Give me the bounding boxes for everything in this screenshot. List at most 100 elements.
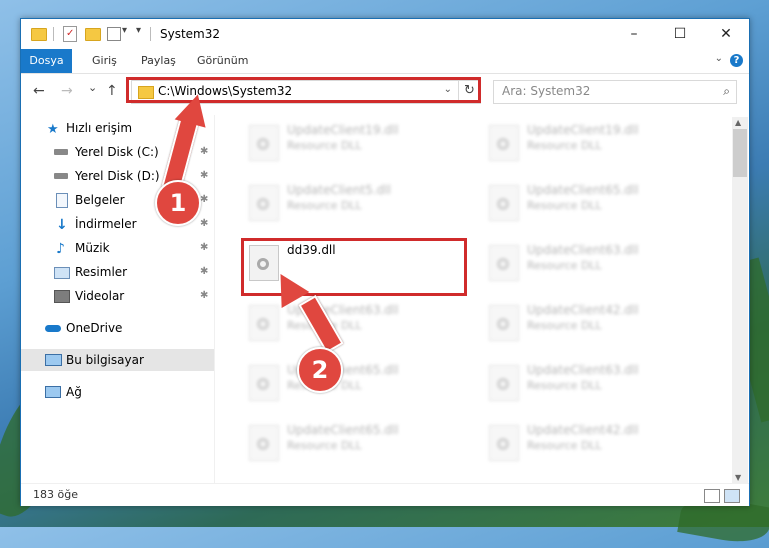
pin-icon: ✱ (200, 170, 209, 181)
file-item[interactable]: UpdateClient65.dll Resource DLL (239, 359, 459, 405)
tab-share[interactable]: Paylaş (141, 49, 176, 73)
file-item[interactable]: UpdateClient65.dll Resource DLL (239, 419, 459, 465)
pin-icon: ✱ (200, 218, 209, 229)
help-icon[interactable]: ? (730, 54, 743, 67)
step-badge-1: 1 (155, 180, 201, 226)
properties-icon[interactable]: ✓ (63, 26, 77, 42)
sidebar-item-label: Hızlı erişim (66, 121, 133, 135)
cloud-icon (45, 325, 61, 332)
file-item[interactable]: UpdateClient63.dll Resource DLL (479, 239, 699, 285)
sidebar-item-label: Müzik (75, 241, 110, 255)
chevron-down-icon[interactable]: ▾ (122, 25, 127, 41)
divider (150, 27, 151, 41)
expand-ribbon-icon[interactable]: ⌄ (715, 53, 723, 64)
sidebar-item-onedrive[interactable]: OneDrive (21, 317, 214, 339)
tab-file[interactable]: Dosya (21, 49, 72, 73)
new-folder-icon[interactable] (85, 28, 101, 41)
scroll-up-icon[interactable]: ▲ (735, 118, 741, 127)
scroll-down-icon[interactable]: ▼ (735, 473, 741, 482)
search-input[interactable]: Ara: System32 ⌕ (493, 80, 737, 104)
star-icon: ★ (47, 122, 59, 137)
vertical-scrollbar[interactable]: ▲ ▼ (732, 117, 748, 483)
drive-icon (54, 149, 68, 155)
sidebar-item-label: Bu bilgisayar (66, 353, 144, 367)
file-type: Resource DLL (527, 379, 602, 392)
file-item[interactable]: UpdateClient19.dll Resource DLL (479, 119, 699, 165)
file-name: UpdateClient65.dll (527, 183, 639, 197)
sidebar-item-label: Ağ (66, 385, 82, 399)
large-icons-view-icon[interactable] (724, 489, 740, 503)
file-type: Resource DLL (527, 139, 602, 152)
explorer-window: ✓ ▾ ▾ System32 – ☐ ✕ Dosya Giriş Paylaş … (20, 18, 750, 506)
navigation-bar: ← → ⌄ ↑ C:\Windows\System32 ⌄ ↻ Ara: Sys… (21, 74, 749, 108)
file-type: Resource DLL (527, 259, 602, 272)
view-list-icon[interactable] (107, 27, 121, 41)
sidebar-item-music[interactable]: ♪ Müzik ✱ (21, 237, 214, 259)
close-button[interactable]: ✕ (703, 19, 749, 49)
file-item[interactable]: UpdateClient5.dll Resource DLL (239, 179, 459, 225)
tab-home[interactable]: Giriş (92, 49, 117, 73)
music-icon: ♪ (56, 241, 65, 257)
sidebar-item-this-pc[interactable]: Bu bilgisayar (21, 349, 214, 371)
search-icon[interactable]: ⌕ (723, 84, 730, 99)
file-item[interactable]: UpdateClient63.dll Resource DLL (479, 359, 699, 405)
sidebar-item-label: Videolar (75, 289, 125, 303)
image-icon (54, 267, 70, 279)
item-count: 183 öğe (33, 488, 78, 501)
sidebar-item-label: Yerel Disk (C:) (75, 145, 159, 159)
customize-toolbar-icon[interactable]: ▾ (136, 25, 141, 41)
file-name: UpdateClient19.dll (527, 123, 639, 137)
sidebar-item-label: Resimler (75, 265, 128, 279)
file-item[interactable]: UpdateClient42.dll Resource DLL (479, 299, 699, 345)
dll-file-icon (249, 305, 279, 341)
file-name: UpdateClient63.dll (527, 363, 639, 377)
pin-icon: ✱ (200, 290, 209, 301)
file-type: Resource DLL (287, 199, 362, 212)
dll-file-icon (489, 365, 519, 401)
file-type: Resource DLL (527, 199, 602, 212)
file-name: UpdateClient19.dll (287, 123, 399, 137)
recent-locations-button[interactable]: ⌄ (88, 81, 97, 94)
file-name: UpdateClient42.dll (527, 423, 639, 437)
dll-file-icon (489, 245, 519, 281)
sidebar-item-videos[interactable]: Videolar ✱ (21, 285, 214, 307)
document-icon (56, 193, 68, 208)
file-type: Resource DLL (287, 439, 362, 452)
maximize-button[interactable]: ☐ (657, 19, 703, 49)
file-item[interactable]: UpdateClient65.dll Resource DLL (479, 179, 699, 225)
file-name: UpdateClient5.dll (287, 183, 391, 197)
file-name: UpdateClient65.dll (287, 423, 399, 437)
file-type: Resource DLL (527, 319, 602, 332)
video-icon (54, 290, 70, 303)
scrollbar-thumb[interactable] (733, 129, 747, 177)
ribbon-tabs: Dosya Giriş Paylaş Görünüm ⌄ ? (21, 49, 749, 74)
window-title: System32 (160, 27, 221, 41)
title-bar: ✓ ▾ ▾ System32 – ☐ ✕ (21, 19, 749, 49)
search-placeholder: Ara: System32 (502, 84, 591, 98)
dll-file-icon (249, 365, 279, 401)
sidebar-item-pictures[interactable]: Resimler ✱ (21, 261, 214, 283)
pin-icon: ✱ (200, 266, 209, 277)
network-icon (45, 386, 61, 398)
dll-file-icon (489, 425, 519, 461)
back-button[interactable]: ← (33, 83, 45, 99)
file-item[interactable]: UpdateClient63.dll Resource DLL (239, 299, 459, 345)
folder-icon (31, 28, 47, 41)
divider (53, 27, 54, 41)
pin-icon: ✱ (200, 146, 209, 157)
sidebar-item-network[interactable]: Ağ (21, 381, 214, 403)
step-badge-2: 2 (297, 347, 343, 393)
minimize-button[interactable]: – (611, 19, 657, 49)
file-list: UpdateClient19.dll Resource DLL UpdateCl… (221, 115, 731, 485)
tab-view[interactable]: Görünüm (197, 49, 248, 73)
sidebar-item-label: Yerel Disk (D:) (75, 169, 160, 183)
dll-file-icon (249, 185, 279, 221)
details-view-icon[interactable] (704, 489, 720, 503)
file-item[interactable]: UpdateClient42.dll Resource DLL (479, 419, 699, 465)
status-bar: 183 öğe (21, 483, 749, 506)
pin-icon: ✱ (200, 242, 209, 253)
forward-button[interactable]: → (61, 83, 73, 99)
dll-file-icon (489, 125, 519, 161)
up-button[interactable]: ↑ (106, 83, 118, 99)
file-item[interactable]: UpdateClient19.dll Resource DLL (239, 119, 459, 165)
